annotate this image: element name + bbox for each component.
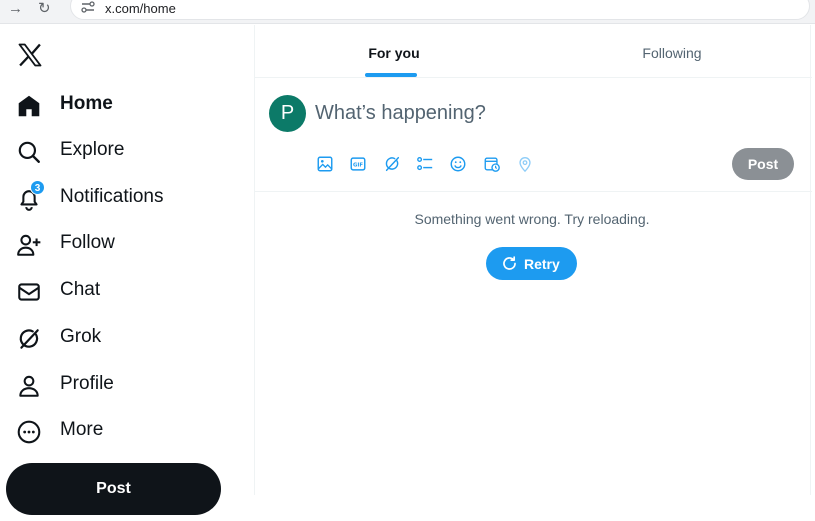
retry-label: Retry <box>524 256 560 272</box>
refresh-icon <box>503 256 516 270</box>
error-message: Something went wrong. Try reloading. <box>414 211 650 227</box>
sidebar-item-label: Profile <box>60 373 114 394</box>
arrow-right-icon[interactable]: → <box>8 0 23 18</box>
sidebar-item-follow[interactable]: Follow <box>0 224 240 264</box>
compose-input[interactable] <box>315 99 715 127</box>
sidebar-item-label: Explore <box>60 139 125 160</box>
sidebar-item-notifications[interactable]: 3 Notifications <box>0 178 240 218</box>
avatar[interactable]: P <box>269 95 306 132</box>
sidebar-item-label: Home <box>60 93 113 114</box>
gif-icon[interactable]: GIF <box>349 155 367 173</box>
image-icon[interactable] <box>316 155 334 173</box>
main-timeline: For you Following P GIF <box>254 25 812 495</box>
svg-text:GIF: GIF <box>353 163 363 169</box>
person-icon <box>19 375 39 397</box>
emoji-icon[interactable] <box>449 155 467 173</box>
site-settings-icon[interactable] <box>81 1 95 13</box>
home-icon <box>18 95 40 117</box>
sidebar-item-profile[interactable]: Profile <box>0 365 240 405</box>
sidebar-item-label: More <box>60 419 104 440</box>
search-icon <box>18 141 40 163</box>
schedule-icon[interactable] <box>483 155 501 173</box>
tab-for-you[interactable]: For you <box>255 25 533 78</box>
sidebar-item-more[interactable]: More <box>0 411 240 451</box>
tab-following[interactable]: Following <box>533 25 811 78</box>
sidebar: Home Explore 3 Notifications Follow Chat <box>0 25 254 521</box>
sidebar-item-grok[interactable]: Grok <box>0 318 240 358</box>
location-icon[interactable] <box>516 155 534 173</box>
grok-icon <box>19 329 39 349</box>
post-button[interactable]: Post <box>6 463 221 515</box>
more-circle-icon <box>17 420 41 444</box>
active-tab-indicator <box>365 73 417 77</box>
poll-icon[interactable] <box>416 155 434 173</box>
address-bar[interactable]: x.com/home <box>70 0 810 20</box>
reload-icon[interactable]: ↻ <box>38 0 51 18</box>
sidebar-item-label: Grok <box>60 326 102 347</box>
timeline-tabs: For you Following <box>255 25 812 78</box>
browser-toolbar: → ↻ x.com/home <box>0 0 815 24</box>
url-text: x.com/home <box>105 1 176 16</box>
sidebar-item-chat[interactable]: Chat <box>0 271 240 311</box>
sidebar-item-label: Follow <box>60 232 115 253</box>
retry-button[interactable]: Retry <box>486 247 577 280</box>
mail-icon <box>18 283 40 301</box>
compose-post-button[interactable]: Post <box>732 148 794 180</box>
sidebar-item-label: Notifications <box>60 186 164 207</box>
sidebar-item-home[interactable]: Home <box>0 85 240 125</box>
x-logo[interactable] <box>16 41 44 69</box>
compose-box: P GIF <box>255 79 812 192</box>
sidebar-item-explore[interactable]: Explore <box>0 131 240 171</box>
grok-icon[interactable] <box>383 155 401 173</box>
add-user-icon <box>17 234 41 256</box>
sidebar-item-label: Chat <box>60 279 101 300</box>
notification-badge: 3 <box>30 180 45 195</box>
